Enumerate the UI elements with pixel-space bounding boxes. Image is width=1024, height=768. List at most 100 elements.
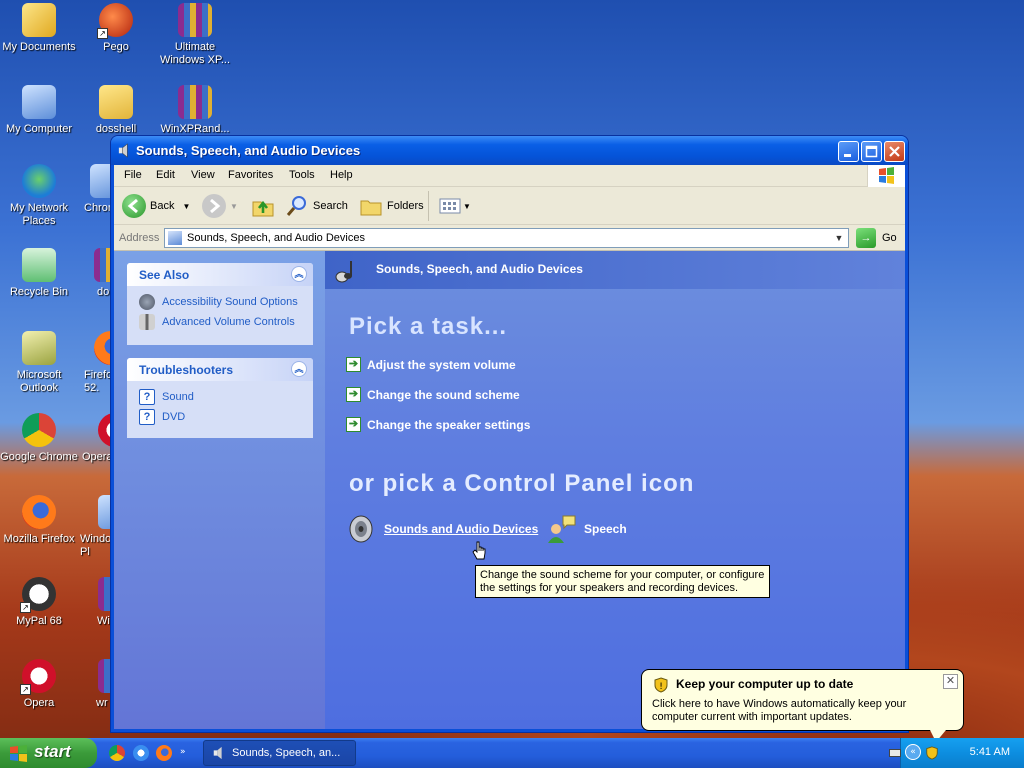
collapse-chevron-icon[interactable]: ︽	[291, 361, 307, 377]
firefox-icon	[22, 495, 56, 529]
desktop-icon-winxprand[interactable]: WinXPRand...	[156, 85, 234, 136]
task-adjust-system-volume[interactable]: ➔ Adjust the system volume	[346, 357, 516, 372]
desktop-icon-label: Opera	[82, 451, 112, 463]
desktop-icon-label: Ultimate Windows XP...	[159, 41, 231, 66]
desktop-icon-label: MyPal 68	[16, 615, 62, 627]
menu-edit[interactable]: Edit	[156, 169, 175, 181]
menu-file[interactable]: File	[124, 169, 142, 181]
desktop-icon-label: My Network Places	[9, 202, 69, 227]
shortcut-arrow-icon: ↗	[20, 684, 31, 695]
search-button[interactable]: Search	[284, 193, 348, 219]
folders-label: Folders	[387, 200, 424, 212]
search-icon	[286, 196, 306, 216]
windows-flag-icon	[10, 745, 27, 762]
keyboard-icon[interactable]	[889, 749, 901, 757]
clock[interactable]: 5:41 AM	[970, 746, 1010, 758]
desktop-icon-wi-partial[interactable]: Wi	[72, 577, 112, 628]
desktop-icon-google-chrome[interactable]: Google Chrome	[0, 413, 78, 464]
desktop-icon-label: Firefo 52.	[84, 369, 112, 394]
show-hidden-icons-button[interactable]: «	[905, 744, 921, 760]
start-button[interactable]: start	[0, 738, 97, 768]
close-button[interactable]	[884, 141, 905, 162]
desktop-icon-label: wr	[96, 697, 108, 709]
outlook-icon	[22, 331, 56, 365]
category-title: Sounds, Speech, and Audio Devices	[376, 262, 583, 276]
desktop-icon-label: Mozilla Firefox	[3, 533, 75, 545]
desktop-icon-my-computer[interactable]: My Computer	[0, 85, 78, 136]
cp-icon-speech[interactable]: Speech	[545, 513, 627, 545]
winrar-archive-icon	[178, 85, 212, 119]
forward-dropdown-icon[interactable]: ▼	[230, 202, 238, 211]
folders-icon	[360, 200, 382, 216]
close-icon[interactable]: ✕	[943, 674, 958, 689]
update-notification-balloon[interactable]: ! Keep your computer up to date ✕ Click …	[641, 669, 964, 731]
quicklaunch-firefox-icon[interactable]	[156, 745, 172, 761]
music-note-speaker-icon	[335, 261, 352, 283]
folder-icon	[99, 85, 133, 119]
desktop-icon-recycle-bin[interactable]: Recycle Bin	[0, 248, 78, 299]
desktop-icon-firefox-partial[interactable]: Firefo 52.	[72, 331, 112, 395]
quicklaunch-expand-icon[interactable]: »	[180, 747, 186, 757]
category-content: Sounds, Speech, and Audio Devices Pick a…	[325, 251, 905, 729]
desktop-icon-opera-partial[interactable]: Opera	[72, 413, 112, 464]
desktop-icon-opera[interactable]: ↗ Opera	[0, 659, 78, 710]
cp-icon-sounds-and-audio-devices[interactable]: Sounds and Audio Devices	[345, 513, 538, 545]
troubleshooter-dvd[interactable]: ? DVD	[139, 407, 303, 427]
address-field[interactable]: Sounds, Speech, and Audio Devices ▼	[164, 228, 849, 248]
windows-flag-icon	[867, 165, 905, 187]
speaker-icon	[349, 515, 373, 543]
troubleshooters-title: Troubleshooters	[139, 363, 234, 377]
back-dropdown-icon[interactable]: ▼	[182, 202, 190, 211]
desktop-icon-chrome-partial[interactable]: Chrom	[72, 164, 112, 215]
menu-help[interactable]: Help	[330, 169, 353, 181]
minimize-button[interactable]	[838, 141, 859, 162]
troubleshooters-panel: Troubleshooters ︽ ? Sound ? DVD	[127, 358, 313, 438]
desktop-icon-do-partial[interactable]: do	[72, 248, 112, 299]
forward-button[interactable]: ▼	[202, 193, 238, 219]
back-button[interactable]: Back ▼	[122, 193, 190, 219]
quicklaunch-chrome-icon[interactable]	[109, 745, 125, 761]
pick-task-heading: Pick a task...	[349, 313, 508, 340]
desktop-icon-ultimate-windows-xp[interactable]: Ultimate Windows XP...	[156, 3, 234, 67]
desktop-icon-label: Microsoft Outlook	[16, 369, 62, 394]
address-dropdown-icon[interactable]: ▼	[831, 230, 847, 246]
my-computer-icon	[22, 85, 56, 119]
back-label: Back	[150, 200, 175, 212]
menu-view[interactable]: View	[191, 169, 215, 181]
task-change-sound-scheme[interactable]: ➔ Change the sound scheme	[346, 387, 520, 402]
security-shield-icon[interactable]	[925, 746, 939, 760]
see-also-advanced-volume-controls[interactable]: Advanced Volume Controls	[139, 312, 303, 332]
desktop-icon-label: Windo Pl	[80, 533, 112, 558]
toolbar-separator	[428, 191, 429, 221]
desktop-icon-wr-partial[interactable]: wr	[72, 659, 112, 710]
search-label: Search	[313, 200, 348, 212]
menu-favorites[interactable]: Favorites	[228, 169, 273, 181]
speech-person-icon	[548, 515, 576, 543]
desktop-icon-windows-partial[interactable]: Windo Pl	[72, 495, 112, 559]
menu-tools[interactable]: Tools	[289, 169, 315, 181]
link-label: Sound	[162, 391, 194, 403]
go-button[interactable]: → Go	[856, 228, 897, 248]
desktop-icon-mypal-68[interactable]: ↗ MyPal 68	[0, 577, 78, 628]
up-folder-button[interactable]	[250, 193, 276, 219]
quicklaunch-ie-icon[interactable]	[133, 745, 149, 761]
desktop-icon-my-network-places[interactable]: My Network Places	[0, 164, 78, 228]
troubleshooter-sound[interactable]: ? Sound	[139, 387, 303, 407]
maximize-button[interactable]	[861, 141, 882, 162]
taskbar-button-sounds[interactable]: Sounds, Speech, an...	[203, 740, 356, 766]
see-also-header[interactable]: See Also ︽	[127, 263, 313, 286]
desktop-icon-microsoft-outlook[interactable]: Microsoft Outlook	[0, 331, 78, 395]
folders-button[interactable]: Folders	[358, 193, 424, 219]
title-bar[interactable]: Sounds, Speech, and Audio Devices	[111, 136, 908, 165]
see-also-accessibility-sound-options[interactable]: Accessibility Sound Options	[139, 292, 303, 312]
desktop-icon-mozilla-firefox[interactable]: Mozilla Firefox	[0, 495, 78, 546]
desktop-icon-label: Wi	[97, 615, 110, 627]
collapse-chevron-icon[interactable]: ︽	[291, 266, 307, 282]
desktop-icon-pego[interactable]: ↗ Pego	[77, 3, 155, 54]
task-change-speaker-settings[interactable]: ➔ Change the speaker settings	[346, 417, 530, 432]
troubleshooters-header[interactable]: Troubleshooters ︽	[127, 358, 313, 381]
task-label: Change the speaker settings	[367, 417, 531, 432]
desktop-icon-my-documents[interactable]: My Documents	[0, 3, 78, 54]
desktop-icon-dosshell[interactable]: dosshell	[77, 85, 155, 136]
views-button[interactable]: ▼	[437, 193, 471, 219]
